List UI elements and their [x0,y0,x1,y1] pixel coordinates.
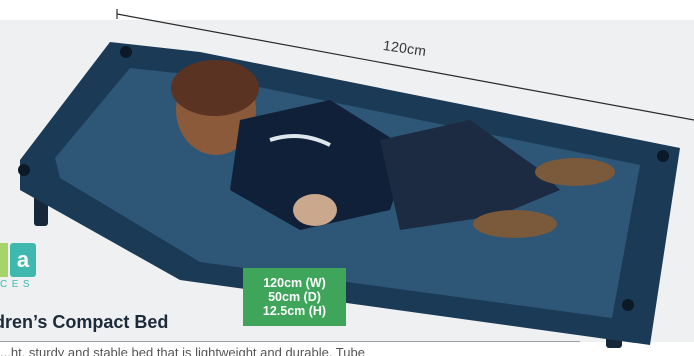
cot-photo [18,42,680,348]
svg-text:a: a [17,247,30,272]
dimensions-badge: 120cm (W) 50cm (D) 12.5cm (H) [243,268,346,326]
brand-tagline: CES [0,279,35,290]
product-title: dren’s Compact Bed [0,312,169,332]
dimension-width: 120cm (W) [263,276,326,290]
product-image-stage: 120cm a CES dren’s Compact Bed 120cm (W) [0,0,694,356]
dimension-height: 12.5cm (H) [262,304,327,318]
dimension-depth: 50cm (D) [268,290,321,304]
brand-logo: a [0,243,36,277]
product-description: ...ht, sturdy and stable bed that is lig… [0,345,365,356]
section-divider [0,341,580,342]
